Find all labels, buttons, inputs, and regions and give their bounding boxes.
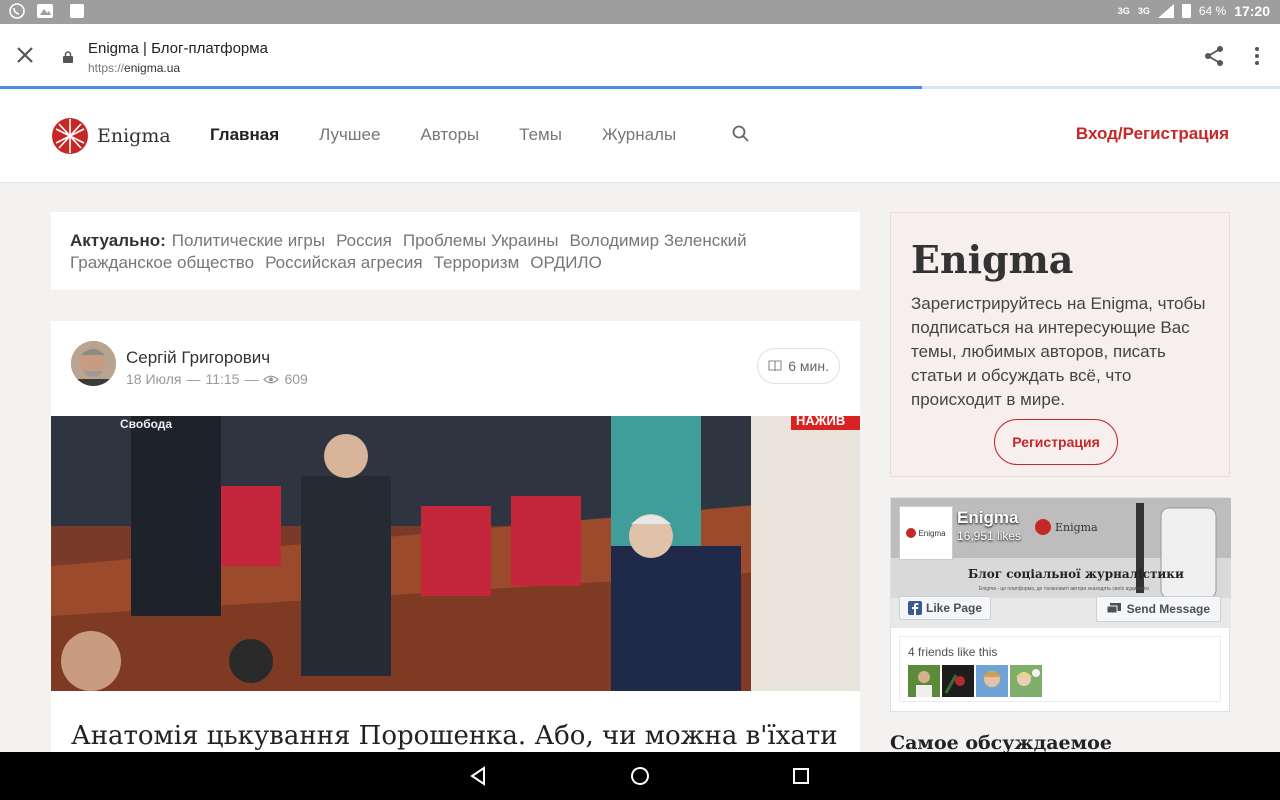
author-avatar[interactable] xyxy=(71,341,116,386)
network-type: 3G xyxy=(1117,6,1130,16)
post-card: Сергій Григорович 18 Июля — 11:15 — 609 … xyxy=(51,321,860,752)
friend-avatar[interactable] xyxy=(942,665,974,697)
message-icon xyxy=(1106,603,1121,614)
trending-topics: Актуально: Политические игры Россия Проблем… xyxy=(51,212,860,290)
post-meta: 18 Июля — 11:15 — 609 xyxy=(126,371,308,387)
nav-item-authors[interactable]: Авторы xyxy=(420,125,479,145)
image-overlay-left: Свобода xyxy=(120,417,173,431)
url-display[interactable]: https://enigma.ua xyxy=(88,61,180,75)
meta-separator: — xyxy=(244,371,259,387)
friend-avatar[interactable] xyxy=(976,665,1008,697)
site-header: Enigma Главная Лучшее Авторы Темы Журнал… xyxy=(0,89,1280,183)
close-icon[interactable] xyxy=(14,44,36,66)
topic-link[interactable]: Володимир Зеленский xyxy=(569,231,746,250)
more-options-icon[interactable] xyxy=(1250,45,1264,67)
topic-link[interactable]: Терроризм xyxy=(434,253,520,272)
notification-square-icon xyxy=(70,4,84,18)
url-host: enigma.ua xyxy=(124,61,181,75)
nav-item-journals[interactable]: Журналы xyxy=(602,125,676,145)
topic-link[interactable]: Российская агресия xyxy=(265,253,423,272)
like-button-label: Like Page xyxy=(926,601,983,615)
main-nav: Главная Лучшее Авторы Темы Журналы xyxy=(210,125,676,145)
facebook-page-thumbnail[interactable]: Enigma xyxy=(899,506,953,560)
cover-subtext: Enigma - це платформа, де талановиті авт… xyxy=(979,586,1149,592)
share-icon[interactable] xyxy=(1203,45,1225,67)
facebook-icon xyxy=(908,601,922,615)
register-button[interactable]: Регистрация xyxy=(994,419,1118,465)
avatar-image xyxy=(71,341,116,386)
post-time: 11:15 xyxy=(205,371,240,387)
clock: 17:20 xyxy=(1234,3,1270,19)
signal-icon xyxy=(1157,4,1174,18)
facebook-page-widget: Enigma Блог соціальної журналістики Enig… xyxy=(890,497,1231,712)
author-name[interactable]: Сергій Григорович xyxy=(126,348,270,368)
thumb-text: Enigma xyxy=(918,528,946,538)
battery-percent: 64 % xyxy=(1198,4,1227,18)
nav-item-home[interactable]: Главная xyxy=(210,125,279,145)
friends-avatars xyxy=(908,665,1212,697)
topic-link[interactable]: Проблемы Украины xyxy=(403,231,559,250)
cover-tagline: Блог соціальної журналістики xyxy=(968,567,1184,581)
read-time: 6 мин. xyxy=(788,358,829,374)
post-views: 609 xyxy=(284,371,308,387)
read-time-badge: 6 мин. xyxy=(757,348,840,384)
friend-avatar[interactable] xyxy=(1010,665,1042,697)
facebook-like-button[interactable]: Like Page xyxy=(899,596,992,620)
back-icon[interactable] xyxy=(468,766,488,786)
recent-apps-icon[interactable] xyxy=(792,767,810,785)
browser-toolbar: Enigma | Блог-платформа https://enigma.u… xyxy=(0,24,1280,86)
topic-link[interactable]: ОРДИЛО xyxy=(530,253,602,272)
facebook-friends-box: 4 friends like this xyxy=(899,636,1221,702)
site-logo[interactable]: Enigma xyxy=(51,117,171,155)
system-nav-bar xyxy=(0,752,1280,800)
post-date: 18 Июля xyxy=(126,371,182,387)
register-card-heading: Enigma xyxy=(911,237,1074,282)
login-register-link[interactable]: Вход/Регистрация xyxy=(1076,124,1229,144)
logo-text: Enigma xyxy=(97,125,171,147)
viber-icon xyxy=(9,3,25,19)
eye-icon xyxy=(263,375,280,383)
topic-link[interactable]: Гражданское общество xyxy=(70,253,254,272)
url-protocol: https:// xyxy=(88,61,125,75)
page-title: Enigma | Блог-платформа xyxy=(88,40,268,57)
topic-link[interactable]: Россия xyxy=(336,231,392,250)
cover-logo-text: Enigma xyxy=(1055,521,1098,534)
trending-label: Актуально: xyxy=(70,231,166,250)
status-bar: 3G 3G 64 % 17:20 xyxy=(0,0,1280,24)
meta-separator: — xyxy=(186,371,201,387)
nav-item-topics[interactable]: Темы xyxy=(519,125,562,145)
search-icon[interactable] xyxy=(732,125,750,143)
home-icon[interactable] xyxy=(630,766,650,786)
friend-avatar[interactable] xyxy=(908,665,940,697)
register-card: Enigma Зарегистрируйтесь на Enigma, чтоб… xyxy=(890,212,1230,477)
lock-icon xyxy=(63,51,73,63)
most-discussed-heading: Самое обсуждаемое xyxy=(890,732,1112,754)
gallery-icon xyxy=(37,4,53,18)
battery-icon xyxy=(1181,4,1191,18)
friends-like-text: 4 friends like this xyxy=(908,645,998,659)
topic-link[interactable]: Политические игры xyxy=(172,231,325,250)
send-message-label: Send Message xyxy=(1126,602,1210,616)
facebook-likes-count: 16,951 likes xyxy=(957,529,1022,543)
post-title[interactable]: Анатомія цькування Порошенка. Або, чи мо… xyxy=(71,721,838,751)
book-icon xyxy=(768,360,782,372)
facebook-page-name[interactable]: Enigma xyxy=(957,508,1018,528)
nav-item-best[interactable]: Лучшее xyxy=(319,125,380,145)
enigma-logo-icon xyxy=(52,118,88,154)
image-overlay-right: НАЖИВ xyxy=(796,413,846,428)
enigma-logo-icon xyxy=(906,528,917,538)
post-cover-image[interactable] xyxy=(51,416,860,691)
network-type-2: 3G xyxy=(1137,6,1150,16)
facebook-send-message-button[interactable]: Send Message xyxy=(1095,596,1221,622)
register-card-text: Зарегистрируйтесь на Enigma, чтобы подпи… xyxy=(911,294,1206,409)
